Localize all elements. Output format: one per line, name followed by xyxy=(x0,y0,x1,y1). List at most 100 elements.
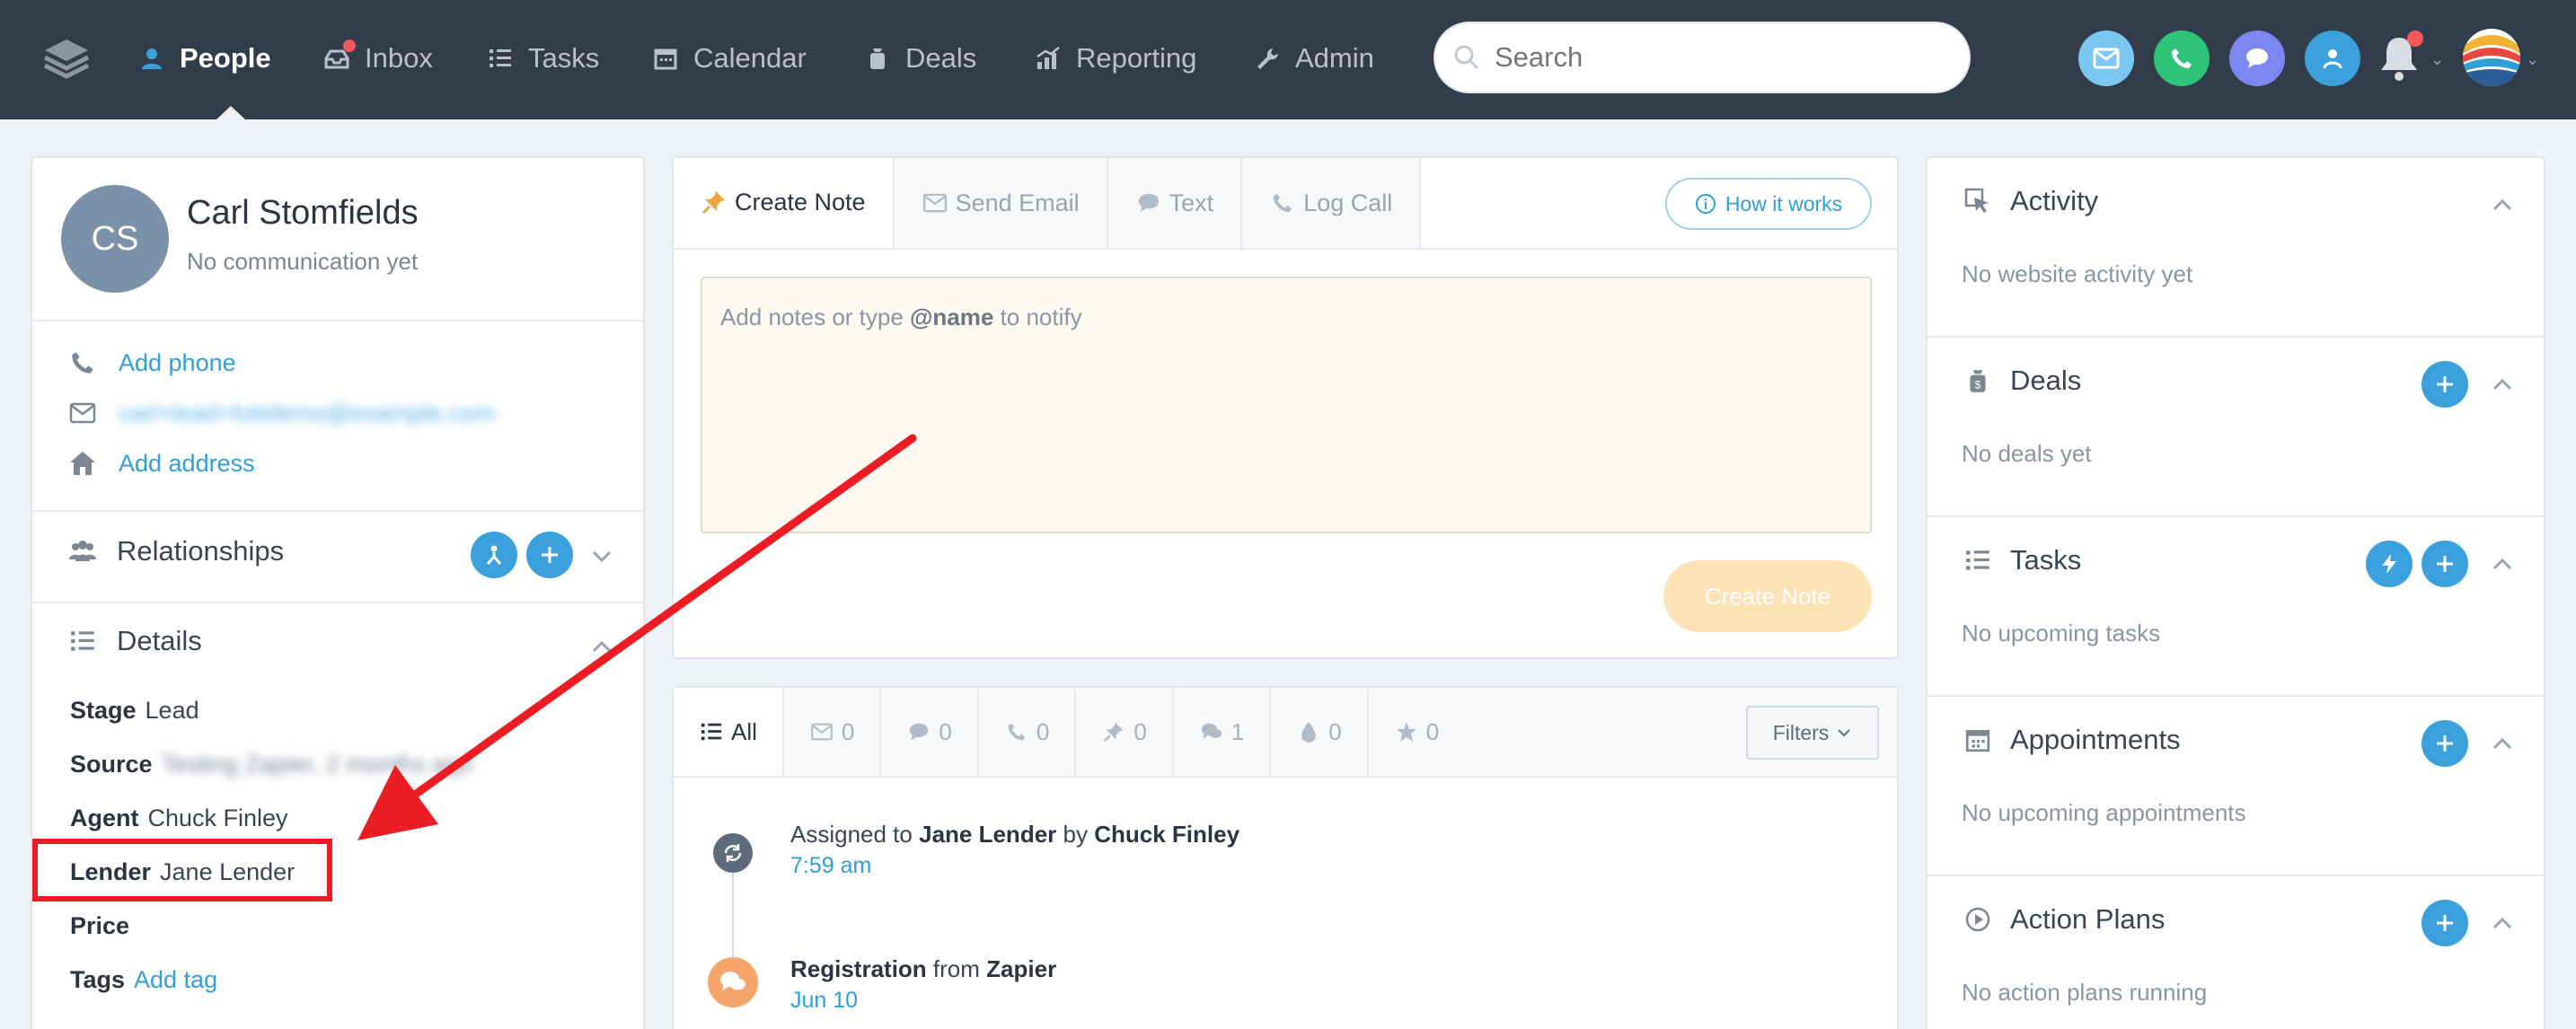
star-icon xyxy=(1394,719,1419,744)
email-button[interactable] xyxy=(2078,31,2134,86)
composer-card: Create Note Send Email Text Log Call How… xyxy=(672,156,1899,659)
tasks-header[interactable]: Tasks xyxy=(1962,544,2081,576)
app-logo-icon[interactable] xyxy=(43,38,90,79)
detail-tags[interactable]: Tags Add tag xyxy=(70,966,217,994)
nav-people[interactable]: People xyxy=(137,27,271,90)
detail-label: Tags xyxy=(70,966,126,993)
relationships-header[interactable]: Relationships xyxy=(66,535,284,567)
feed-tab-calls[interactable]: 0 xyxy=(979,688,1077,776)
deals-header[interactable]: $ Deals xyxy=(1962,365,2081,397)
event-lender-name[interactable]: Jane Lender xyxy=(919,821,1056,848)
chevron-up-icon[interactable] xyxy=(2490,555,2515,573)
nav-deals[interactable]: Deals xyxy=(862,27,976,90)
event-type: Registration xyxy=(790,955,927,982)
nav-inbox[interactable]: Inbox xyxy=(322,27,433,90)
feed-tab-notes[interactable]: 0 xyxy=(1076,688,1174,776)
nav-tasks[interactable]: Tasks xyxy=(485,27,599,90)
action-plans-header[interactable]: Action Plans xyxy=(1962,903,2165,936)
event-source[interactable]: Zapier xyxy=(986,955,1056,982)
add-appointment-button[interactable] xyxy=(2422,720,2468,767)
user-avatar[interactable] xyxy=(2463,29,2520,86)
nav-admin[interactable]: Admin xyxy=(1252,27,1374,90)
lender-highlight-box xyxy=(32,839,332,901)
cursor-click-icon xyxy=(1962,185,1994,217)
inbox-icon xyxy=(322,40,356,74)
add-tag-link[interactable]: Add tag xyxy=(134,966,217,993)
chevron-down-icon[interactable]: ⌄ xyxy=(2430,50,2444,69)
how-it-works-button[interactable]: How it works xyxy=(1665,178,1872,230)
add-task-button[interactable] xyxy=(2422,541,2468,587)
tab-send-email[interactable]: Send Email xyxy=(894,158,1108,248)
create-note-button[interactable]: Create Note xyxy=(1663,560,1872,632)
contact-name[interactable]: Carl Stomfields xyxy=(187,194,419,233)
divider xyxy=(32,320,643,321)
tab-text[interactable]: Text xyxy=(1107,158,1243,248)
contact-email[interactable]: carl+lead+fubdemo@example.com xyxy=(119,400,495,427)
activity-section: Activity No website activity yet xyxy=(1928,158,2544,338)
group-icon xyxy=(66,535,99,567)
search-input[interactable] xyxy=(1495,41,1926,74)
tasks-section: Tasks No upcoming tasks xyxy=(1928,517,2544,697)
chevron-up-icon[interactable] xyxy=(2490,914,2515,932)
feed-tab-all[interactable]: All xyxy=(674,688,784,776)
detail-source[interactable]: Source Testing Zapier, 2 months ago xyxy=(70,751,472,778)
search-box[interactable] xyxy=(1434,22,1971,93)
nav-reporting-label: Reporting xyxy=(1076,42,1197,74)
feed-tab-starred[interactable]: 0 xyxy=(1369,688,1464,776)
event-agent-name[interactable]: Chuck Finley xyxy=(1094,821,1239,848)
relationship-link-button[interactable] xyxy=(471,532,517,578)
text-button[interactable] xyxy=(2229,31,2285,86)
details-title: Details xyxy=(117,625,202,656)
add-relationship-button[interactable] xyxy=(526,532,573,578)
nav-reporting[interactable]: Reporting xyxy=(1033,27,1196,90)
chevron-down-icon[interactable] xyxy=(589,548,614,566)
people-icon xyxy=(137,43,167,74)
nav-calendar[interactable]: Calendar xyxy=(650,27,807,90)
add-action-plan-button[interactable] xyxy=(2422,900,2468,946)
filters-button[interactable]: Filters xyxy=(1746,706,1879,760)
details-header[interactable]: Details xyxy=(66,625,202,657)
feed-tab-email[interactable]: 0 xyxy=(784,688,882,776)
call-button[interactable] xyxy=(2154,31,2210,86)
lead-flow-button[interactable] xyxy=(2305,31,2360,86)
detail-stage[interactable]: Stage Lead xyxy=(70,697,199,725)
add-address-link[interactable]: Add address xyxy=(119,450,255,478)
plus-icon xyxy=(2437,915,2453,931)
action-plans-title: Action Plans xyxy=(2010,903,2166,935)
email-row[interactable]: carl+lead+fubdemo@example.com xyxy=(66,397,495,429)
chat-icon xyxy=(2246,48,2268,68)
feed-tab-count: 0 xyxy=(1134,717,1147,745)
activity-header[interactable]: Activity xyxy=(1962,185,2098,217)
lightning-icon xyxy=(2382,554,2396,574)
address-row[interactable]: Add address xyxy=(66,447,255,479)
feed-tab-count: 1 xyxy=(1231,717,1245,745)
feed-tab-messages[interactable]: 1 xyxy=(1174,688,1272,776)
note-textarea[interactable]: Add notes or type @name to notify xyxy=(701,277,1872,533)
email-icon xyxy=(809,719,834,744)
how-it-works-label: How it works xyxy=(1725,191,1843,215)
phone-icon xyxy=(66,347,99,379)
appointments-header[interactable]: Appointments xyxy=(1962,724,2181,756)
tab-label: Send Email xyxy=(955,189,1080,216)
detail-price[interactable]: Price xyxy=(70,912,138,940)
chevron-up-icon[interactable] xyxy=(2490,196,2515,214)
search-icon xyxy=(1454,45,1479,70)
event-time: Jun 10 xyxy=(790,988,859,1013)
event-text: from xyxy=(932,955,980,982)
filters-label: Filters xyxy=(1772,720,1830,744)
chevron-down-icon[interactable]: ⌄ xyxy=(2526,50,2539,69)
tab-label: Create Note xyxy=(735,188,866,215)
event-text: Assigned to xyxy=(790,821,913,848)
chevron-up-icon[interactable] xyxy=(2490,375,2515,393)
feed-tab-text[interactable]: 0 xyxy=(881,688,979,776)
tab-log-call[interactable]: Log Call xyxy=(1242,158,1422,248)
add-phone-link[interactable]: Add phone xyxy=(119,349,236,377)
phone-row[interactable]: Add phone xyxy=(66,347,236,379)
chevron-up-icon[interactable] xyxy=(589,638,614,655)
chevron-up-icon[interactable] xyxy=(2490,734,2515,752)
detail-agent[interactable]: Agent Chuck Finley xyxy=(70,805,288,832)
feed-tab-drip[interactable]: 0 xyxy=(1271,688,1369,776)
add-deal-button[interactable] xyxy=(2422,361,2468,408)
quick-task-button[interactable] xyxy=(2366,541,2413,587)
tab-create-note[interactable]: Create Note xyxy=(674,158,895,248)
